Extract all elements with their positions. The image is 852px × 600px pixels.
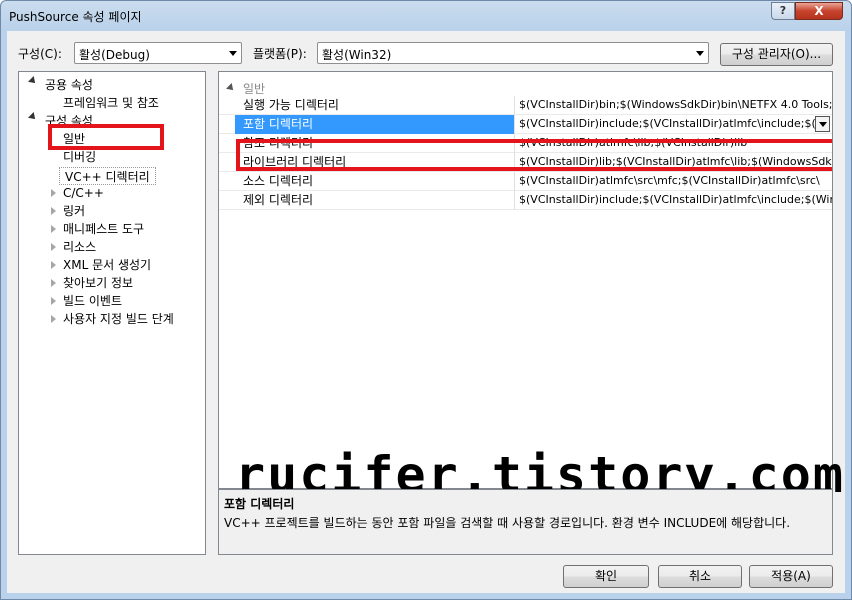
property-row-selected[interactable]: 포함 디렉터리 $(VCInstallDir)include;$(VCInsta… — [219, 115, 832, 134]
property-value[interactable]: $(VCInstallDir)atlmfc\src\mfc;$(VCInstal… — [515, 172, 832, 191]
dialog-client: 구성(C): 활성(Debug) 플랫폼(P): 활성(Win32) 구성 관리… — [7, 31, 845, 593]
highlight-box-grid — [236, 139, 832, 171]
expand-open-icon — [28, 76, 38, 86]
apply-button[interactable]: 적용(A) — [749, 565, 833, 588]
tree-item-build-events[interactable]: 빌드 이벤트 — [63, 292, 122, 310]
property-grid: 일반 실행 가능 디렉터리 $(VCInstallDir)bin;$(Windo… — [218, 71, 833, 489]
property-row[interactable]: 소스 디렉터리 $(VCInstallDir)atlmfc\src\mfc;$(… — [219, 172, 832, 191]
tree-item-vc-directories[interactable]: VC++ 디렉터리 — [59, 167, 156, 185]
tree-item-manifest-tool[interactable]: 매니페스트 도구 — [63, 220, 144, 238]
help-button[interactable]: ? — [771, 2, 795, 20]
value-dropdown-button[interactable] — [815, 116, 830, 132]
chevron-down-icon — [696, 51, 704, 56]
expand-closed-icon[interactable] — [51, 225, 56, 233]
tree-item-common[interactable]: 공용 속성 — [45, 76, 93, 94]
property-row[interactable]: 실행 가능 디렉터리 $(VCInstallDir)bin;$(WindowsS… — [219, 96, 832, 115]
tree-item-debugging[interactable]: 디버깅 — [63, 148, 96, 166]
tree-item-cpp[interactable]: C/C++ — [63, 184, 104, 202]
config-manager-button[interactable]: 구성 관리자(O)... — [720, 43, 833, 66]
chevron-down-icon — [229, 51, 237, 56]
cancel-button[interactable]: 취소 — [658, 565, 742, 588]
dialog-window: PushSource 속성 페이지 ? X 구성(C): 활성(Debug) 플… — [0, 0, 852, 600]
expand-closed-icon[interactable] — [51, 189, 56, 197]
config-label: 구성(C): — [18, 47, 62, 61]
close-button[interactable]: X — [795, 2, 843, 20]
property-name: 실행 가능 디렉터리 — [235, 96, 515, 115]
tree-item-xml-doc[interactable]: XML 문서 생성기 — [63, 256, 151, 274]
tree-item-resources[interactable]: 리소스 — [63, 238, 96, 256]
property-name: 포함 디렉터리 — [235, 115, 515, 134]
expand-open-icon — [28, 112, 38, 122]
platform-label: 플랫폼(P): — [253, 47, 307, 61]
config-combo[interactable]: 활성(Debug) — [74, 42, 242, 64]
expand-closed-icon[interactable] — [51, 297, 56, 305]
platform-combo[interactable]: 활성(Win32) — [317, 42, 709, 64]
expand-closed-icon[interactable] — [51, 207, 56, 215]
property-name: 제외 디렉터리 — [235, 191, 515, 210]
expand-closed-icon[interactable] — [51, 279, 56, 287]
platform-combo-value: 활성(Win32) — [322, 48, 392, 62]
description-panel: 포함 디렉터리 VC++ 프로젝트를 빌드하는 동안 포함 파일을 검색할 때 … — [218, 489, 833, 555]
property-name: 소스 디렉터리 — [235, 172, 515, 191]
category-name: 일반 — [243, 82, 266, 96]
expand-closed-icon[interactable] — [51, 315, 56, 323]
highlight-box-tree — [48, 124, 164, 150]
chevron-down-icon — [819, 122, 827, 127]
property-value[interactable]: $(VCInstallDir)include;$(VCInstallDir)at… — [515, 115, 832, 134]
tree-item-browse-info[interactable]: 찾아보기 정보 — [63, 274, 133, 292]
property-value[interactable]: $(VCInstallDir)include;$(VCInstallDir)at… — [515, 191, 832, 210]
expand-closed-icon[interactable] — [51, 243, 56, 251]
property-row[interactable]: 제외 디렉터리 $(VCInstallDir)include;$(VCInsta… — [219, 191, 832, 210]
expand-open-icon — [226, 83, 236, 93]
window-title: PushSource 속성 페이지 — [9, 10, 142, 24]
description-text: VC++ 프로젝트를 빌드하는 동안 포함 파일을 검색할 때 사용할 경로입니… — [224, 516, 791, 530]
description-title: 포함 디렉터리 — [224, 497, 295, 511]
property-value[interactable]: $(VCInstallDir)bin;$(WindowsSdkDir)bin\N… — [515, 96, 832, 115]
tree-item-custom-build[interactable]: 사용자 지정 빌드 단계 — [63, 310, 174, 328]
title-bar: PushSource 속성 페이지 ? X — [1, 1, 851, 31]
tree-item-framework[interactable]: 프레임워크 및 참조 — [63, 94, 159, 112]
category-row[interactable]: 일반 — [219, 78, 832, 96]
expand-closed-icon[interactable] — [51, 261, 56, 269]
tree-item-linker[interactable]: 링커 — [63, 202, 85, 220]
config-combo-value: 활성(Debug) — [79, 48, 150, 62]
ok-button[interactable]: 확인 — [563, 565, 649, 588]
